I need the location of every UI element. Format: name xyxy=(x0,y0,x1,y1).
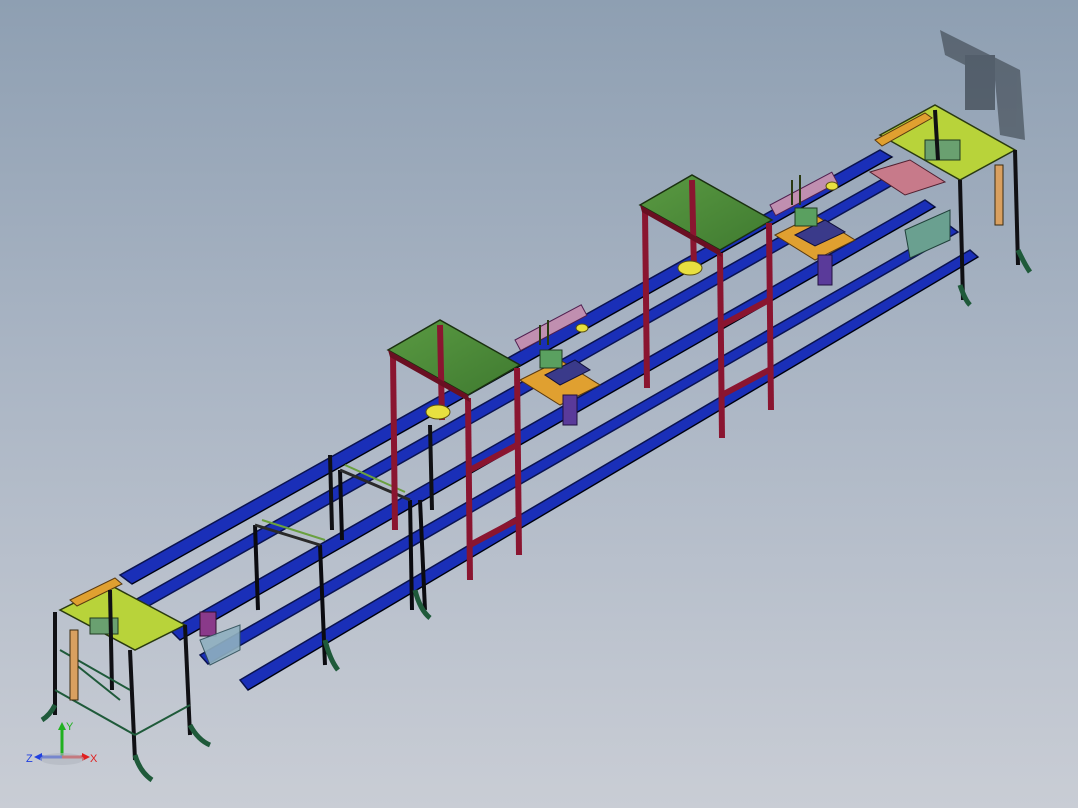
rail-edge-3 xyxy=(247,256,979,691)
rail-middle-2 xyxy=(198,225,960,665)
conveyor-assembly-model[interactable] xyxy=(0,0,1078,808)
stand-leg xyxy=(514,367,522,556)
stand-leg xyxy=(766,222,774,411)
right-station-leg xyxy=(1013,149,1020,266)
center-leg xyxy=(328,454,334,531)
left-station-motor xyxy=(199,611,217,637)
left-station-leg xyxy=(183,624,192,736)
right-station-window xyxy=(924,139,961,161)
triad-shadow xyxy=(40,753,84,765)
left-station-leg xyxy=(108,589,114,691)
device-block xyxy=(794,207,818,227)
device-motor xyxy=(562,394,578,426)
support-leg xyxy=(418,499,427,611)
center-leg xyxy=(428,424,434,511)
y-axis-arrow xyxy=(58,722,66,730)
device-cylinder xyxy=(677,260,703,276)
coordinate-triad[interactable]: X Z Y xyxy=(22,722,112,782)
left-station-block xyxy=(89,617,119,635)
stand-top xyxy=(638,174,774,251)
right-station-leg xyxy=(958,179,965,301)
stand-leg xyxy=(465,397,473,581)
left-station-panel xyxy=(69,629,79,701)
y-axis-label: Y xyxy=(66,722,74,733)
support-foot xyxy=(322,639,340,672)
device-block xyxy=(539,349,563,369)
right-station-foot xyxy=(957,284,972,307)
stand-leg xyxy=(717,252,725,439)
x-axis-label: X xyxy=(90,753,98,765)
left-station-foot xyxy=(132,754,154,783)
conveyor-rails xyxy=(118,149,980,691)
stand-leg xyxy=(689,179,697,271)
left-station-frame xyxy=(134,704,191,736)
shadow-core xyxy=(965,55,995,110)
left-station-foot xyxy=(40,703,58,723)
device-cylinder xyxy=(825,181,839,191)
right-station-panel xyxy=(994,164,1004,226)
z-axis-label: Z xyxy=(26,753,33,765)
stand-leg xyxy=(390,354,398,531)
support-leg xyxy=(408,499,414,611)
left-station-leg xyxy=(128,649,137,761)
cad-graphics-viewport[interactable]: X Z Y xyxy=(0,0,1078,808)
device-motor xyxy=(817,254,833,286)
left-station-foot xyxy=(187,723,212,748)
support-leg xyxy=(338,469,344,541)
stand-top xyxy=(386,319,522,396)
stand-leg xyxy=(642,209,650,389)
device-cylinder xyxy=(575,323,589,333)
device-cylinder xyxy=(425,404,451,420)
